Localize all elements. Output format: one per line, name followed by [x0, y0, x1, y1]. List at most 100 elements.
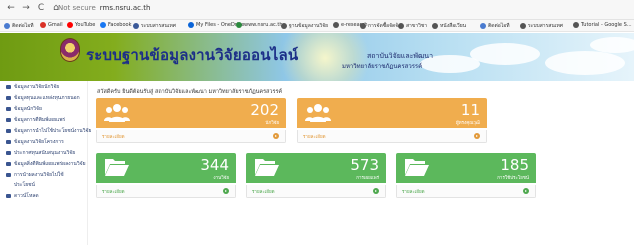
book-icon [6, 129, 11, 133]
browser-nav: ← → C ⌂ [6, 3, 61, 13]
site-title[interactable]: ระบบฐานข้อมูลงานวิจัยออนไลน์ [86, 43, 298, 67]
onedrive-icon [188, 22, 194, 28]
security-indicator[interactable]: Not secure [58, 4, 96, 12]
bookmark-item[interactable]: ระบบสารสนเทศ [133, 22, 176, 30]
arrow-circle-right-icon[interactable] [474, 133, 480, 139]
folder-open-icon [405, 159, 429, 176]
stat-value: 11 [460, 101, 480, 119]
card-footer[interactable]: รายละเอียด [246, 185, 386, 198]
sidebar-item-label: ข้อมูลทุนและแหล่งทุนภายนอก [14, 95, 80, 101]
browser-toolbar: ← → C ⌂ Not secure rms.nsru.ac.th [0, 0, 634, 20]
bookmark-icon [133, 23, 139, 29]
cloud-decoration [545, 51, 625, 75]
details-link[interactable]: รายละเอียด [252, 188, 275, 195]
sidebar: ข้อมูลงานวิจัยนักวิจัย ข้อมูลทุนและแหล่ง… [0, 81, 91, 245]
bookmark-label: YouTube [75, 22, 96, 28]
stat-label: ผู้ทรงคุณวุฒิ [456, 121, 480, 126]
bookmark-icon [281, 23, 287, 29]
bookmark-item[interactable]: การจัดซื้อจัดจ้าง [360, 22, 403, 30]
reload-button[interactable]: C [36, 3, 46, 13]
bookmark-label: ระบบสารสนเทศ [141, 23, 176, 29]
sidebar-item-funding-announcements[interactable]: ประกาศทุนสนับสนุนงานวิจัย [6, 149, 75, 157]
stat-label: งานวิจัย [213, 176, 229, 181]
bookmark-icon [360, 23, 366, 29]
gmail-icon [40, 22, 46, 28]
bookmark-item[interactable]: ระบบสารสนเทศ [520, 22, 563, 30]
sidebar-item-research-use[interactable]: การนำผลงานวิจัยไปใช้ [6, 171, 64, 179]
stat-value: 573 [350, 156, 379, 174]
youtube-icon [67, 22, 73, 28]
book-icon [6, 140, 11, 144]
arrow-circle-right-icon[interactable] [523, 188, 529, 194]
sidebar-item-research-data[interactable]: ข้อมูลงานวิจัยนักวิจัย [6, 83, 59, 91]
bookmark-item[interactable]: ติดต่อไอที [480, 22, 510, 30]
bookmark-icon [520, 23, 526, 29]
sidebar-item-external-funding[interactable]: ข้อมูลทุนและแหล่งทุนภายนอก [6, 94, 80, 102]
stat-value: 202 [250, 101, 279, 119]
details-link[interactable]: รายละเอียด [303, 133, 326, 140]
card-header: 344 งานวิจัย [96, 153, 236, 183]
arrow-circle-right-icon[interactable] [223, 188, 229, 194]
stat-label: นักวิจัย [265, 121, 279, 126]
stat-label: การใช้ประโยชน์ [497, 176, 529, 181]
bookmark-icon [480, 23, 486, 29]
card-header: 573 การเผยแพร่ [246, 153, 386, 183]
sidebar-item-utilization[interactable]: ข้อมูลการนำไปใช้ประโยชน์งานวิจัย [6, 127, 91, 135]
bookmark-label: ฐานข้อมูลงานวิจัย [289, 23, 329, 29]
sidebar-item-research-use-cont[interactable]: ประโยชน์ [14, 181, 35, 189]
bookmark-label: ติดต่อไอที [12, 23, 34, 29]
book-icon [6, 107, 11, 111]
list-icon [6, 162, 11, 166]
address-bar[interactable]: Not secure rms.nsru.ac.th [58, 2, 150, 14]
bookmarks-bar: ติดต่อไอที Gmail YouTube Facebook ระบบสา… [0, 20, 634, 32]
sidebar-item-download[interactable]: ดาวน์โหลด [6, 192, 39, 200]
forward-button[interactable]: → [21, 3, 31, 13]
sidebar-item-published-works[interactable]: ข้อมูลสิ่งตีพิมพ์เผยแพร่ผลงานวิจัย [6, 160, 86, 168]
users-icon [104, 104, 130, 122]
details-link[interactable]: รายละเอียด [402, 188, 425, 195]
bookmark-item[interactable]: สาขาวิชา [398, 22, 427, 30]
bookmark-icon [333, 22, 339, 28]
bookmark-item[interactable]: Tutorial - Google S... [573, 22, 632, 28]
bookmark-label: Gmail [48, 22, 63, 28]
card-footer[interactable]: รายละเอียด [96, 130, 286, 143]
bookmark-label: Tutorial - Google S... [581, 22, 632, 28]
back-button[interactable]: ← [6, 3, 16, 13]
stat-card-experts[interactable]: 11 ผู้ทรงคุณวุฒิ รายละเอียด [297, 98, 487, 143]
book-icon [6, 118, 11, 122]
university-name: มหาวิทยาลัยราชภัฏนครสวรรค์ [342, 63, 423, 70]
bookmark-item[interactable]: www.nsru.ac.th [236, 22, 283, 28]
stat-card-researchers[interactable]: 202 นักวิจัย รายละเอียด [96, 98, 286, 143]
stat-card-utilization[interactable]: 185 การใช้ประโยชน์ รายละเอียด [396, 153, 536, 198]
stat-card-research[interactable]: 344 งานวิจัย รายละเอียด [96, 153, 236, 198]
details-link[interactable]: รายละเอียด [102, 188, 125, 195]
bookmark-icon [573, 22, 579, 28]
welcome-text: สวัสดีครับ ยินดีต้อนรับสู่ สถาบันวิจัยแล… [97, 89, 283, 95]
card-footer[interactable]: รายละเอียด [396, 185, 536, 198]
bookmark-icon [398, 23, 404, 29]
sidebar-item-projects[interactable]: ข้อมูลงานวิจัยโครงการ [6, 138, 64, 146]
bookmark-label: หนังสือเวียน [440, 23, 467, 29]
stat-label: การเผยแพร่ [356, 176, 379, 181]
bookmark-item[interactable]: Facebook [100, 22, 132, 28]
sidebar-item-researchers[interactable]: ข้อมูลนักวิจัย [6, 105, 42, 113]
card-footer[interactable]: รายละเอียด [96, 185, 236, 198]
bookmark-item[interactable]: YouTube [67, 22, 95, 28]
cloud-decoration [590, 37, 634, 53]
details-link[interactable]: รายละเอียด [102, 133, 125, 140]
bookmark-item[interactable]: ติดต่อไอที [4, 22, 34, 30]
bookmark-item[interactable]: ฐานข้อมูลงานวิจัย [281, 22, 328, 30]
bookmark-icon [236, 22, 242, 28]
bookmark-item[interactable]: Gmail [40, 22, 63, 28]
arrow-circle-right-icon[interactable] [273, 133, 279, 139]
folder-open-icon [255, 159, 279, 176]
sidebar-item-publications[interactable]: ข้อมูลการตีพิมพ์เผยแพร่ [6, 116, 65, 124]
stat-card-publications[interactable]: 573 การเผยแพร่ รายละเอียด [246, 153, 386, 198]
card-footer[interactable]: รายละเอียด [297, 130, 487, 143]
list-icon [6, 151, 11, 155]
bookmark-item[interactable]: หนังสือเวียน [432, 22, 466, 30]
bookmark-label: ติดต่อไอที [488, 23, 510, 29]
arrow-circle-right-icon[interactable] [373, 188, 379, 194]
sidebar-item-label: ประโยชน์ [14, 182, 35, 188]
university-logo-icon[interactable] [60, 38, 80, 62]
